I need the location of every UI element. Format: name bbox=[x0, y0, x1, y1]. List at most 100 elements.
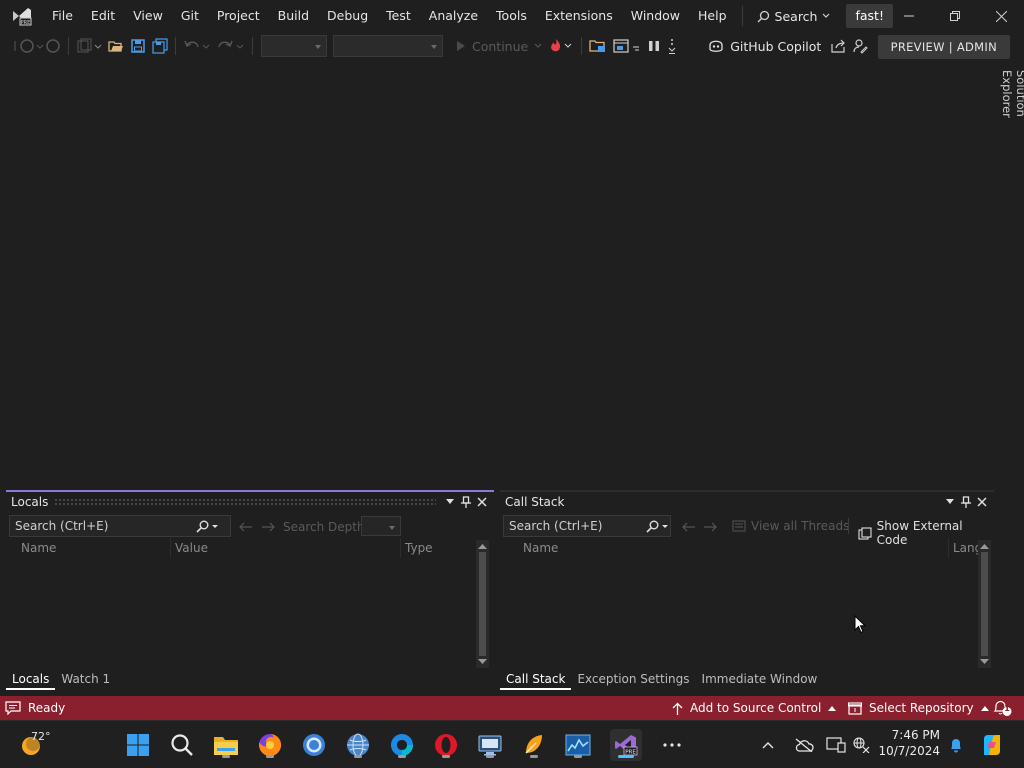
search-next-icon[interactable] bbox=[262, 522, 276, 532]
column-value[interactable]: Value bbox=[171, 538, 401, 558]
call-stack-search-input[interactable]: Search (Ctrl+E) bbox=[503, 515, 671, 537]
network-tray-icon[interactable] bbox=[850, 729, 874, 761]
menu-git[interactable]: Git bbox=[172, 3, 208, 29]
show-hidden-icons-button[interactable] bbox=[756, 729, 780, 761]
break-all-button[interactable] bbox=[644, 35, 664, 57]
panel-close-button[interactable] bbox=[474, 494, 490, 510]
panel-grip[interactable] bbox=[54, 498, 436, 506]
column-name[interactable]: Name bbox=[519, 538, 949, 558]
scroll-down-icon bbox=[980, 659, 989, 664]
save-all-button[interactable] bbox=[149, 35, 171, 57]
column-name[interactable]: Name bbox=[17, 538, 171, 558]
show-more-apps-button[interactable] bbox=[656, 729, 688, 761]
visual-studio-preview-taskbar-button[interactable]: PRE bbox=[610, 729, 642, 761]
menu-build[interactable]: Build bbox=[269, 3, 318, 29]
cortana-taskbar-button[interactable] bbox=[386, 729, 418, 761]
locals-column-headers: Name Value Type bbox=[9, 538, 479, 558]
add-to-source-control-label: Add to Source Control bbox=[690, 701, 822, 715]
save-button[interactable] bbox=[127, 35, 149, 57]
menu-tools[interactable]: Tools bbox=[487, 3, 536, 29]
panel-close-button[interactable] bbox=[974, 494, 990, 510]
menu-file[interactable]: File bbox=[43, 3, 82, 29]
back-forward-button[interactable] bbox=[10, 35, 64, 57]
new-project-button[interactable] bbox=[73, 35, 105, 57]
menu-view[interactable]: View bbox=[124, 3, 172, 29]
minimize-button[interactable] bbox=[886, 0, 932, 32]
search-previous-icon[interactable] bbox=[681, 522, 695, 532]
panel-menu-button[interactable] bbox=[942, 494, 958, 510]
pin-button[interactable] bbox=[458, 494, 474, 510]
search-next-icon[interactable] bbox=[704, 522, 718, 532]
menu-analyze[interactable]: Analyze bbox=[420, 3, 487, 29]
restore-button[interactable] bbox=[932, 0, 978, 32]
add-to-source-control-button[interactable]: Add to Source Control bbox=[672, 696, 837, 720]
column-type[interactable]: Type bbox=[401, 538, 479, 558]
continue-button[interactable]: Continue bbox=[453, 35, 545, 57]
hot-reload-button[interactable] bbox=[545, 35, 577, 57]
pin-icon bbox=[961, 496, 971, 508]
close-button[interactable] bbox=[978, 0, 1024, 32]
menu-edit[interactable]: Edit bbox=[82, 3, 124, 29]
locals-search-input[interactable]: Search (Ctrl+E) bbox=[9, 515, 231, 537]
firefox-taskbar-button[interactable] bbox=[254, 729, 286, 761]
view-all-threads-button[interactable]: View all Threads bbox=[732, 519, 849, 533]
tab-watch-1[interactable]: Watch 1 bbox=[55, 668, 116, 690]
display-tray-icon[interactable] bbox=[824, 729, 848, 761]
solution-explorer-toggle-button[interactable] bbox=[586, 35, 610, 57]
weather-widget[interactable]: 72° bbox=[14, 729, 64, 761]
menu-test[interactable]: Test bbox=[377, 3, 420, 29]
locals-vertical-scrollbar[interactable] bbox=[476, 540, 489, 668]
feedback-button[interactable] bbox=[849, 35, 871, 57]
panel-menu-button[interactable] bbox=[442, 494, 458, 510]
onedrive-tray-icon[interactable] bbox=[792, 729, 816, 761]
file-explorer-taskbar-button[interactable] bbox=[210, 729, 242, 761]
chevron-up-icon bbox=[980, 705, 989, 711]
solution-explorer-tab[interactable]: Solution Explorer bbox=[1000, 70, 1024, 162]
search-previous-icon[interactable] bbox=[238, 522, 252, 532]
folder-window-icon bbox=[589, 40, 606, 52]
clock[interactable]: 7:46 PM 10/7/2024 bbox=[876, 727, 940, 763]
solution-configuration-dropdown[interactable] bbox=[261, 35, 327, 57]
remote-desktop-taskbar-button[interactable] bbox=[474, 729, 506, 761]
menu-extensions[interactable]: Extensions bbox=[536, 3, 622, 29]
windows-taskbar: 72° PRE 7:46 PM 10/7/2024 bbox=[0, 720, 1024, 768]
feature-search-button[interactable]: Search bbox=[749, 4, 839, 28]
solution-platform-dropdown[interactable] bbox=[333, 35, 443, 57]
opera-taskbar-button[interactable] bbox=[430, 729, 462, 761]
start-button[interactable] bbox=[122, 729, 154, 761]
share-button[interactable] bbox=[827, 35, 849, 57]
github-copilot-button[interactable]: GitHub Copilot bbox=[702, 39, 827, 54]
notifications-button[interactable]: 1 bbox=[992, 699, 1014, 717]
menu-debug[interactable]: Debug bbox=[318, 3, 377, 29]
column-language[interactable]: Lang bbox=[949, 538, 979, 558]
select-repository-button[interactable]: Select Repository bbox=[848, 696, 989, 720]
tab-immediate-window[interactable]: Immediate Window bbox=[696, 668, 824, 690]
toolbar-overflow-button[interactable] bbox=[664, 35, 680, 57]
pin-button[interactable] bbox=[958, 494, 974, 510]
redo-button[interactable] bbox=[214, 35, 248, 57]
chrome-taskbar-button[interactable] bbox=[298, 729, 330, 761]
taskbar-search-button[interactable] bbox=[166, 729, 198, 761]
globe-app-taskbar-button[interactable] bbox=[342, 729, 374, 761]
copilot-taskbar-button[interactable] bbox=[976, 729, 1008, 761]
notification-center-button[interactable] bbox=[944, 729, 968, 761]
menu-help[interactable]: Help bbox=[689, 3, 736, 29]
undo-button[interactable] bbox=[180, 35, 214, 57]
orange-app-taskbar-button[interactable] bbox=[518, 729, 550, 761]
output-status-icon[interactable] bbox=[5, 701, 21, 715]
tab-locals[interactable]: Locals bbox=[6, 668, 56, 690]
preview-admin-badge[interactable]: PREVIEW | ADMIN bbox=[877, 35, 1010, 59]
select-repository-label: Select Repository bbox=[869, 701, 974, 715]
scroll-thumb[interactable] bbox=[981, 552, 988, 656]
open-file-button[interactable] bbox=[105, 35, 127, 57]
tab-exception-settings[interactable]: Exception Settings bbox=[571, 668, 695, 690]
layout-button[interactable] bbox=[610, 35, 644, 57]
tab-call-stack[interactable]: Call Stack bbox=[500, 668, 572, 690]
menu-window[interactable]: Window bbox=[622, 3, 689, 29]
search-depth-dropdown[interactable] bbox=[361, 516, 401, 536]
call-stack-vertical-scrollbar[interactable] bbox=[978, 540, 991, 668]
scroll-thumb[interactable] bbox=[479, 552, 486, 656]
resource-monitor-taskbar-button[interactable] bbox=[562, 729, 594, 761]
visual-studio-logo-icon[interactable]: PRE bbox=[11, 5, 33, 27]
menu-project[interactable]: Project bbox=[208, 3, 269, 29]
